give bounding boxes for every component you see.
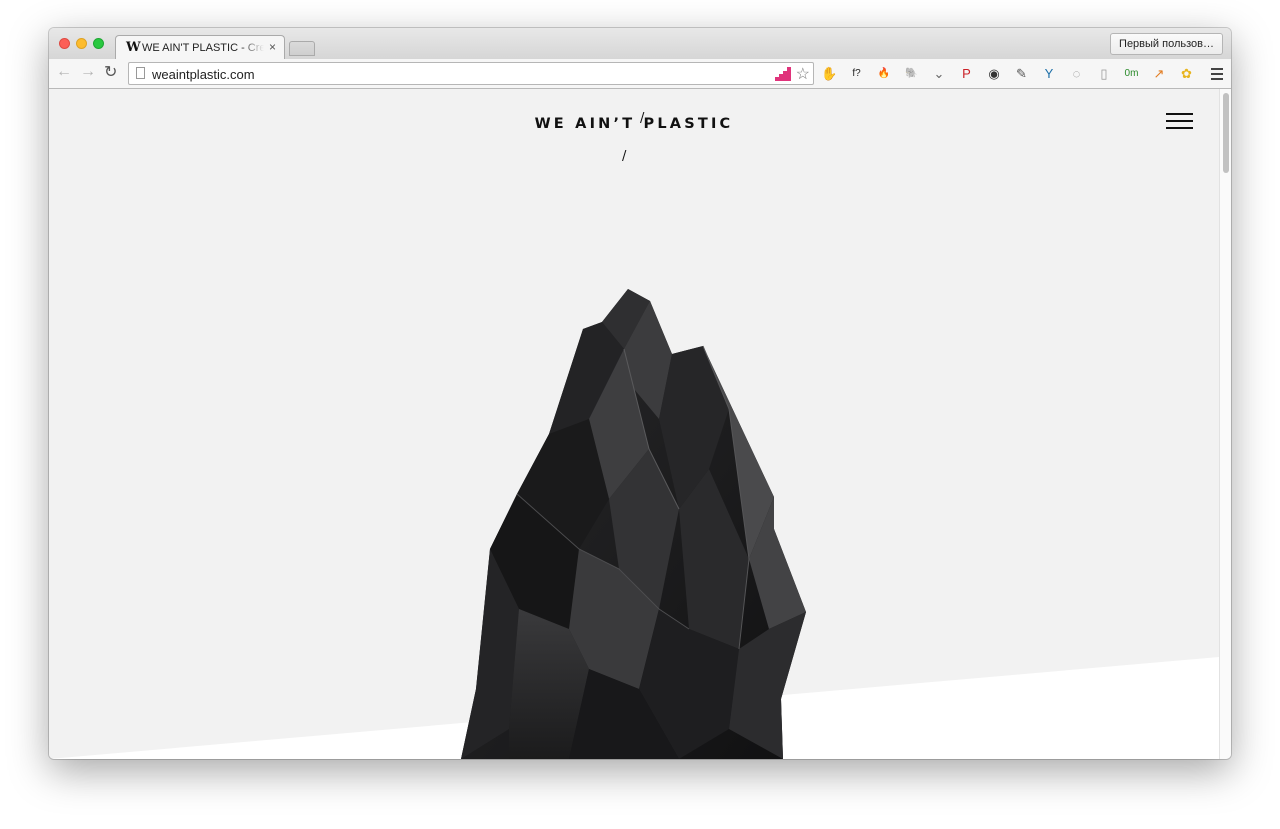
forward-arrow-icon[interactable]: → — [80, 63, 96, 81]
camera-icon[interactable]: ◉ — [986, 66, 1002, 82]
tab-active[interactable]: W WE AIN'T PLASTIC - Creative × — [115, 35, 285, 60]
back-arrow-icon[interactable]: ← — [56, 63, 72, 81]
window-close-button[interactable] — [59, 38, 70, 49]
eyedropper-icon[interactable]: ✎ — [1014, 66, 1030, 82]
site-menu-icon[interactable] — [1166, 113, 1193, 133]
bookmark-star-icon[interactable]: ☆ — [796, 64, 810, 84]
window-maximize-button[interactable] — [93, 38, 104, 49]
new-tab-button[interactable] — [289, 41, 315, 56]
reload-icon[interactable]: ↻ — [104, 62, 117, 82]
toolbar: ← → ↻ weaintplastic.com ☆ ✋ f? 🔥 🐘 ⌄ P ◉ ✎ Y ◌ ▯ 0m… — [49, 59, 1231, 89]
page-scrollbar[interactable] — [1219, 89, 1231, 759]
profile-button[interactable]: Первый пользов… — [1110, 33, 1223, 55]
whatfont-icon[interactable]: f? — [849, 66, 865, 82]
address-bar-url: weaintplastic.com — [152, 67, 255, 82]
evernote-icon[interactable]: 🐘 — [904, 66, 920, 82]
logo-slash-bottom: / — [622, 149, 627, 164]
site-logo[interactable]: WE AIN’T PLASTIC — [535, 116, 734, 132]
timer-icon[interactable]: 0m — [1124, 66, 1140, 82]
tab-favicon-icon: W — [126, 40, 141, 55]
tab-strip: W WE AIN'T PLASTIC - Creative × Первый п… — [49, 28, 1231, 60]
chart-icon[interactable]: ↗ — [1151, 66, 1167, 82]
adblock-icon[interactable]: ✋ — [821, 66, 837, 82]
address-bar[interactable]: weaintplastic.com ☆ — [128, 62, 814, 85]
black-crystal-rock-image — [461, 289, 806, 759]
browser-window: W WE AIN'T PLASTIC - Creative × Первый п… — [49, 28, 1231, 759]
pocket-icon[interactable]: ⌄ — [931, 66, 947, 82]
tab-close-icon[interactable]: × — [269, 40, 276, 54]
window-minimize-button[interactable] — [76, 38, 87, 49]
pinterest-icon[interactable]: P — [959, 66, 975, 82]
fire-icon[interactable]: 🔥 — [876, 66, 892, 82]
chrome-menu-icon[interactable] — [1211, 68, 1223, 83]
scrollbar-thumb[interactable] — [1223, 93, 1229, 173]
page-icon — [136, 67, 145, 79]
logo-area: WE AIN’T PLASTIC — [49, 115, 1219, 133]
web-page: / WE AIN’T PLASTIC / — [49, 89, 1219, 759]
filter-icon[interactable]: Y — [1041, 66, 1057, 82]
reader-icon[interactable]: ▯ — [1096, 66, 1112, 82]
tab-title: WE AIN'T PLASTIC - Creative — [142, 42, 264, 54]
flower-icon[interactable]: ✿ — [1179, 66, 1195, 82]
stairs-extension-icon[interactable] — [775, 67, 791, 81]
circle-icon[interactable]: ◌ — [1069, 66, 1085, 82]
